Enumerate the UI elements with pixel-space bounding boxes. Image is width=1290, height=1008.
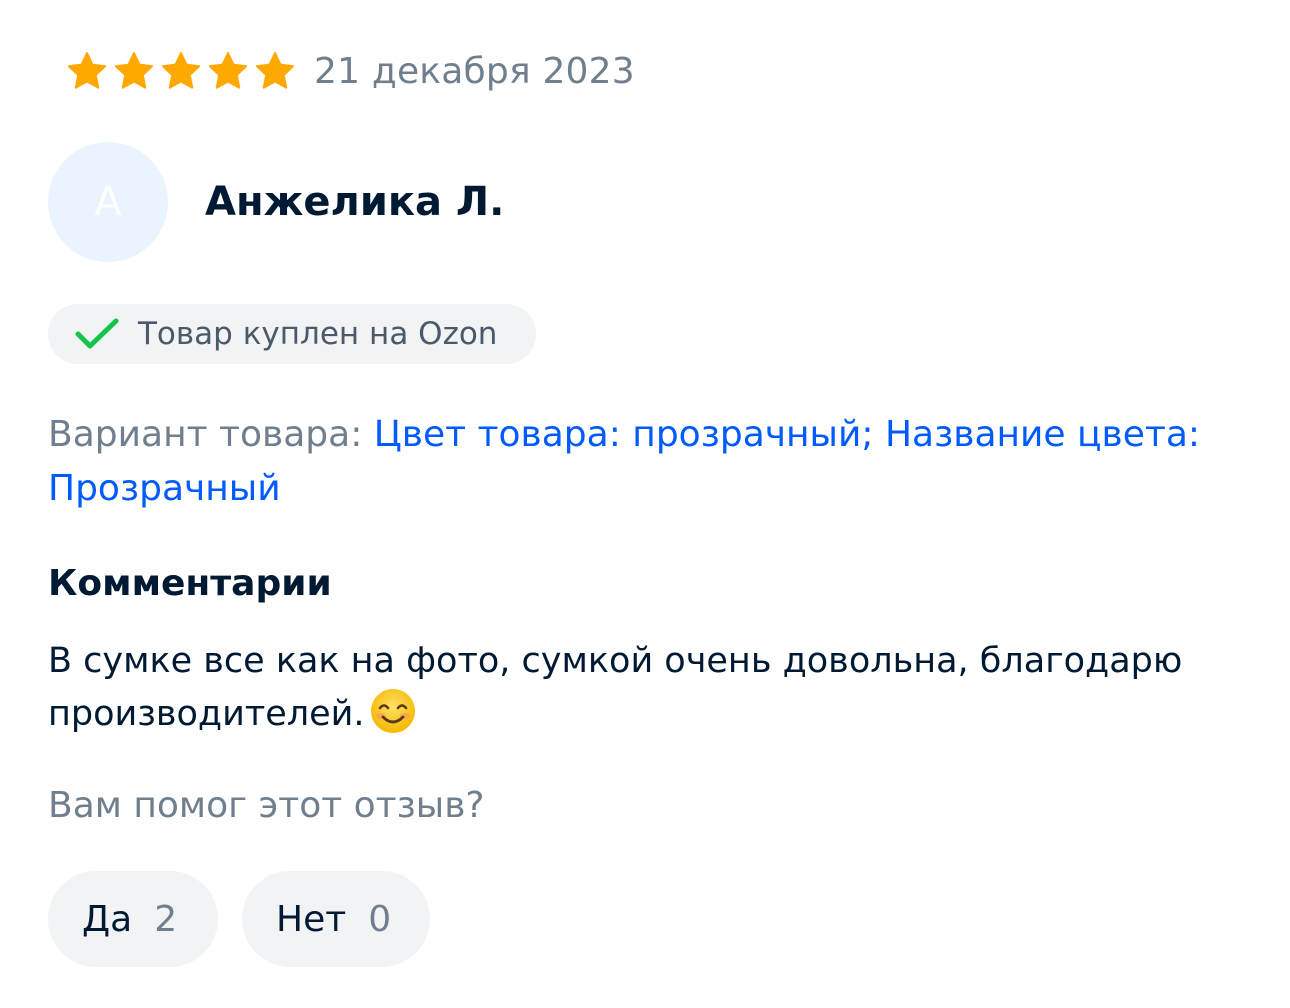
star-icon bbox=[161, 52, 201, 89]
product-variant: Вариант товара: Цвет товара: прозрачный;… bbox=[48, 408, 1248, 516]
vote-yes-label: Да bbox=[82, 898, 133, 940]
star-rating bbox=[66, 50, 296, 92]
comment-text: В сумке все как на фото, сумкой очень до… bbox=[48, 636, 1238, 740]
vote-no-count: 0 bbox=[368, 898, 392, 940]
vote-yes-button[interactable]: Да 2 bbox=[48, 871, 218, 967]
smiling-face-icon bbox=[370, 689, 415, 733]
star-icon bbox=[255, 52, 295, 89]
comment-body: В сумке все как на фото, сумкой очень до… bbox=[48, 641, 1183, 734]
vote-no-label: Нет bbox=[276, 898, 347, 940]
avatar[interactable]: А bbox=[48, 142, 168, 262]
check-icon bbox=[75, 318, 119, 349]
rating-row: 21 декабря 2023 bbox=[66, 46, 635, 96]
star-icon bbox=[208, 52, 248, 89]
star-icon bbox=[67, 52, 107, 89]
helpful-question: Вам помог этот отзыв? bbox=[48, 785, 485, 826]
star-icon bbox=[114, 52, 154, 89]
review-date: 21 декабря 2023 bbox=[314, 50, 635, 92]
avatar-initial: А bbox=[94, 179, 122, 225]
purchase-badge-label: Товар куплен на Ozon bbox=[138, 316, 498, 352]
purchase-badge: Товар куплен на Ozon bbox=[48, 304, 536, 364]
author-name[interactable]: Анжелика Л. bbox=[205, 179, 504, 225]
vote-yes-count: 2 bbox=[154, 898, 178, 940]
author-block: А Анжелика Л. bbox=[48, 142, 504, 262]
vote-no-button[interactable]: Нет 0 bbox=[242, 871, 430, 967]
comments-title: Комментарии bbox=[48, 563, 332, 604]
vote-row: Да 2 Нет 0 bbox=[48, 871, 430, 967]
variant-label: Вариант товара: bbox=[48, 414, 363, 455]
